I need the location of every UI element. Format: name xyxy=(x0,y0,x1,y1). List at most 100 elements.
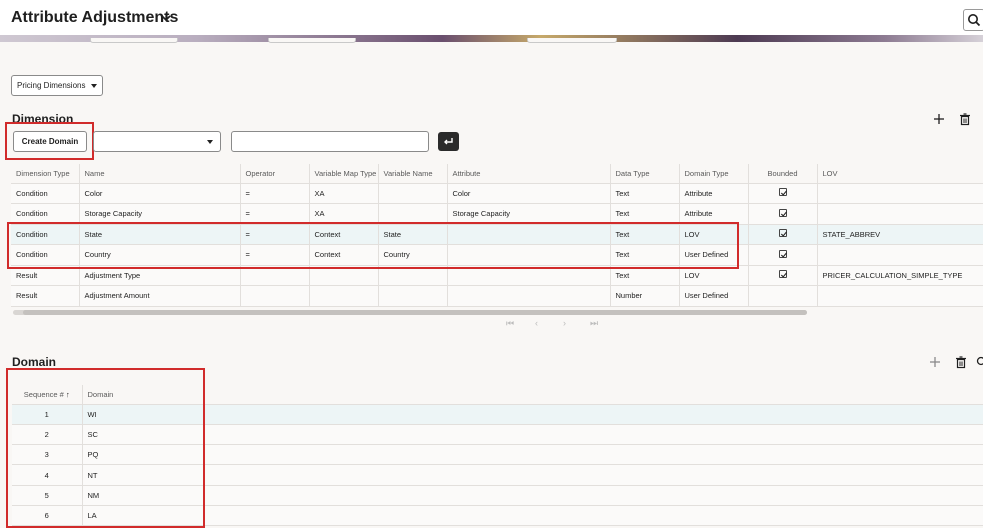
cell-attribute: Storage Capacity xyxy=(447,203,611,225)
table-row[interactable]: Result Adjustment Amount Number User Define… xyxy=(11,285,983,307)
table-row[interactable]: Condition Storage Capacity = XA Storage Capa… xyxy=(11,203,983,225)
cell-domain-type: LOV xyxy=(679,224,749,245)
cell-data-type: Text xyxy=(610,224,680,245)
column-header[interactable]: Data Type xyxy=(610,164,680,184)
add-icon[interactable] xyxy=(928,355,942,369)
checkbox-checked-icon[interactable] xyxy=(778,270,787,279)
table-row[interactable]: Condition Color = XA Color Text Attribute xyxy=(11,183,983,204)
dimension-table: Dimension Type Name Operator Variable Ma… xyxy=(11,164,983,307)
dimension-section-title: Dimension xyxy=(12,112,74,126)
cell-attribute xyxy=(447,224,611,245)
dimension-select[interactable] xyxy=(93,131,221,152)
column-header[interactable]: Variable Name xyxy=(378,164,448,184)
horizontal-scrollbar[interactable] xyxy=(13,310,807,315)
cell-map-type: XA xyxy=(309,203,379,225)
column-header-domain[interactable]: Domain xyxy=(82,385,983,405)
cell-data-type: Text xyxy=(610,203,680,225)
cell-name: Color xyxy=(79,183,241,204)
cell-sequence: 2 xyxy=(12,424,83,446)
add-icon[interactable] xyxy=(932,112,946,126)
table-row[interactable]: Condition Country = Context Country Text User … xyxy=(11,244,983,266)
cell-lov xyxy=(817,183,983,204)
column-header[interactable]: Dimension Type xyxy=(11,164,80,184)
domain-section-title: Domain xyxy=(12,355,57,369)
caret-down-icon xyxy=(207,140,213,144)
checkbox-checked-icon[interactable] xyxy=(778,208,787,217)
cell-type: Condition xyxy=(11,203,80,225)
pager-next-button[interactable]: › xyxy=(563,318,566,328)
enter-icon xyxy=(444,138,453,145)
banner-tab xyxy=(90,38,178,43)
caret-down-icon xyxy=(91,84,97,88)
enter-button[interactable] xyxy=(438,132,459,151)
cell-lov: PRICER_CALCULATION_SIMPLE_TYPE xyxy=(817,265,983,286)
cell-operator: = xyxy=(240,203,310,225)
checkbox-checked-icon[interactable] xyxy=(778,249,787,258)
table-row[interactable]: Result Adjustment Type Text LOV PRICER_CALCU… xyxy=(11,265,983,286)
cell-sequence: 3 xyxy=(12,444,83,466)
column-header[interactable]: Domain Type xyxy=(679,164,749,184)
scrollbar-thumb[interactable] xyxy=(23,310,807,315)
checkbox-checked-icon[interactable] xyxy=(778,188,787,197)
table-row[interactable]: 3 PQ xyxy=(12,444,983,466)
cell-type: Result xyxy=(11,285,80,307)
column-header[interactable]: Attribute xyxy=(447,164,611,184)
domain-table: Sequence # ↑ Domain 1 WI 2 SC 3 PQ 4 NT 5 NM 6 LA xyxy=(12,385,983,527)
pager-first-button[interactable]: ⏮ xyxy=(506,318,514,329)
trash-icon[interactable] xyxy=(954,355,968,369)
table-header-row: Sequence # ↑ Domain xyxy=(12,385,983,405)
cell-bounded xyxy=(748,203,818,225)
cell-domain: NT xyxy=(82,464,983,486)
pager-prev-button[interactable]: ‹ xyxy=(535,318,538,328)
cell-sequence: 1 xyxy=(12,404,83,425)
page-title: Attribute Adjustments xyxy=(11,9,179,26)
cell-name: Adjustment Amount xyxy=(79,285,241,307)
cell-type: Condition xyxy=(11,183,80,204)
cell-lov: STATE_ABBREV xyxy=(817,224,983,245)
sort-ascending-icon: ↑ xyxy=(65,389,70,399)
search-icon xyxy=(968,14,981,27)
cell-operator: = xyxy=(240,224,310,245)
table-row[interactable]: 2 SC xyxy=(12,424,983,446)
cell-name: State xyxy=(79,224,241,245)
cell-attribute xyxy=(447,285,611,307)
banner-tab xyxy=(527,38,617,43)
cell-domain: SC xyxy=(82,424,983,446)
cell-domain: WI xyxy=(82,404,983,425)
pager-last-button[interactable]: ⏭ xyxy=(590,318,598,329)
table-row[interactable]: Condition State = Context State Text LOV STATE_… xyxy=(11,224,983,245)
cell-var-name xyxy=(378,285,448,307)
cell-lov xyxy=(817,203,983,225)
cell-bounded xyxy=(748,224,818,245)
cell-domain-type: LOV xyxy=(679,265,749,286)
cell-domain: NM xyxy=(82,485,983,506)
cell-bounded xyxy=(748,265,818,286)
table-row[interactable]: 4 NT xyxy=(12,464,983,486)
search-button[interactable] xyxy=(963,9,983,31)
table-row[interactable]: 5 NM xyxy=(12,485,983,506)
checkbox-checked-icon[interactable] xyxy=(778,229,787,238)
column-header[interactable]: Variable Map Type xyxy=(309,164,379,184)
table-row[interactable]: 1 WI xyxy=(12,404,983,425)
table-row[interactable]: 6 LA xyxy=(12,505,983,527)
column-header[interactable]: Operator xyxy=(240,164,310,184)
cell-map-type xyxy=(309,265,379,286)
pricing-dimensions-select[interactable]: Pricing Dimensions xyxy=(11,75,103,96)
trash-icon[interactable] xyxy=(958,112,972,126)
cell-attribute: Color xyxy=(447,183,611,204)
column-header[interactable]: Bounded xyxy=(748,164,818,184)
search-icon[interactable] xyxy=(975,355,983,369)
create-domain-button[interactable]: Create Domain xyxy=(13,131,87,152)
column-header[interactable]: LOV xyxy=(817,164,983,184)
column-header-sequence[interactable]: Sequence # ↑ xyxy=(12,385,83,405)
column-header[interactable]: Name xyxy=(79,164,241,184)
cell-operator xyxy=(240,265,310,286)
cell-type: Condition xyxy=(11,224,80,245)
cell-domain-type: Attribute xyxy=(679,203,749,225)
cell-operator: = xyxy=(240,244,310,266)
cell-data-type: Number xyxy=(610,285,680,307)
dimension-text-input[interactable] xyxy=(231,131,429,152)
banner-tab xyxy=(268,38,356,43)
cell-domain-type: Attribute xyxy=(679,183,749,204)
chevron-down-icon[interactable] xyxy=(160,13,172,23)
